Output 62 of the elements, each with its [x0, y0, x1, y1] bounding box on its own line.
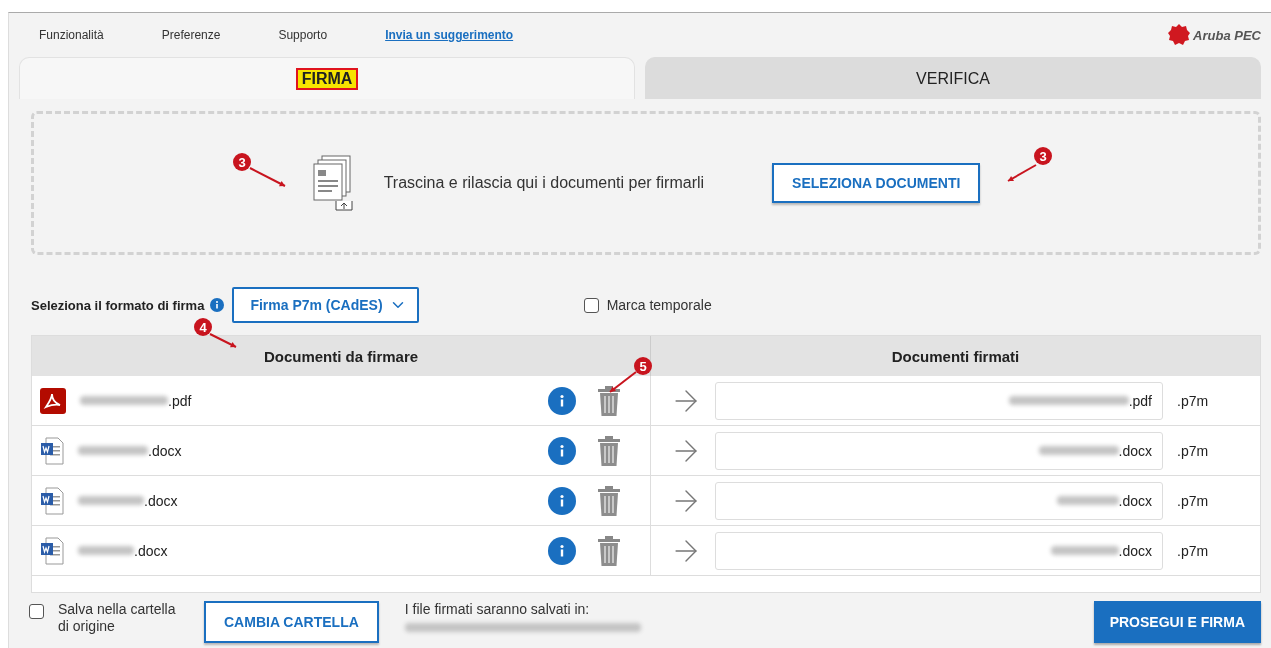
- suggestion-link[interactable]: Invia un suggerimento: [385, 28, 514, 42]
- word-file-icon: [40, 486, 64, 515]
- info-icon[interactable]: [548, 536, 576, 565]
- timestamp-label: Marca temporale: [606, 297, 712, 313]
- file-name: .pdf: [168, 392, 192, 409]
- documents-icon: [311, 155, 356, 211]
- annotation-arrow: [209, 333, 237, 348]
- word-file-icon: [40, 436, 64, 465]
- signed-suffix: .p7m: [1177, 392, 1209, 409]
- column-header: Documenti da firmare: [263, 347, 419, 365]
- signed-suffix: .p7m: [1177, 492, 1209, 509]
- tab[interactable]: FIRMA: [19, 57, 635, 99]
- trash-icon[interactable]: [598, 535, 620, 566]
- logo-icon: [1167, 23, 1192, 47]
- redacted-text: [78, 446, 148, 455]
- annotation-arrow: [609, 371, 637, 393]
- drop-instruction: Trascina e rilascia qui i documenti per firmarli: [383, 174, 705, 192]
- redacted-text: [78, 496, 144, 505]
- tab-label: VERIFICA: [915, 68, 991, 89]
- save-path-label: I file firmati saranno salvati in:: [404, 601, 591, 617]
- redacted-text: [1050, 546, 1119, 555]
- pdf-file-icon: [40, 387, 66, 414]
- trash-icon[interactable]: [598, 435, 620, 466]
- redacted-text: [1056, 496, 1119, 505]
- trash-icon[interactable]: [598, 385, 620, 416]
- column-header: Documenti firmati: [891, 347, 1020, 365]
- logo-text: Aruba PEC: [1193, 27, 1261, 43]
- file-extension: .docx: [1118, 442, 1152, 459]
- continue-sign-button[interactable]: PROSEGUI E FIRMA: [1093, 601, 1261, 643]
- signed-suffix: .p7m: [1177, 442, 1209, 459]
- annotation-arrow: [249, 167, 286, 187]
- signed-suffix: .p7m: [1177, 542, 1209, 559]
- file-name: .docx: [134, 542, 168, 559]
- timestamp-checkbox[interactable]: [583, 297, 599, 313]
- menu-item[interactable]: Preferenze: [161, 28, 221, 42]
- output-name-field[interactable]: .docx: [715, 531, 1163, 570]
- file-extension: .docx: [1118, 492, 1152, 509]
- tab[interactable]: VERIFICA: [645, 57, 1261, 99]
- trash-icon[interactable]: [598, 485, 620, 516]
- output-name-field[interactable]: .docx: [715, 481, 1163, 520]
- menu-item[interactable]: Funzionalità: [39, 28, 104, 42]
- info-icon[interactable]: [548, 486, 576, 515]
- format-label: Seleziona il formato di firma: [31, 297, 205, 313]
- file-extension: .docx: [1118, 542, 1152, 559]
- output-name-field[interactable]: .pdf: [715, 381, 1163, 420]
- select-documents-button[interactable]: SELEZIONA DOCUMENTI: [772, 163, 981, 203]
- file-name: .docx: [144, 492, 178, 509]
- file-extension: .pdf: [1128, 392, 1152, 409]
- redacted-text: [78, 546, 134, 555]
- output-name-field[interactable]: .docx: [715, 431, 1163, 470]
- tab-label: FIRMA: [295, 67, 359, 90]
- info-icon[interactable]: [210, 298, 225, 312]
- change-folder-button[interactable]: CAMBIA CARTELLA: [204, 601, 379, 643]
- format-dropdown[interactable]: Firma P7m (CAdES): [232, 287, 419, 323]
- word-file-icon: [40, 536, 64, 565]
- info-icon[interactable]: [548, 436, 576, 465]
- annotation-arrow: [1007, 164, 1037, 182]
- info-icon[interactable]: [548, 386, 576, 415]
- save-origin-label: Salva nella cartella di origine: [58, 601, 177, 635]
- save-origin-checkbox[interactable]: [29, 604, 44, 619]
- menu-item[interactable]: Supporto: [278, 28, 328, 42]
- file-name: .docx: [148, 442, 182, 459]
